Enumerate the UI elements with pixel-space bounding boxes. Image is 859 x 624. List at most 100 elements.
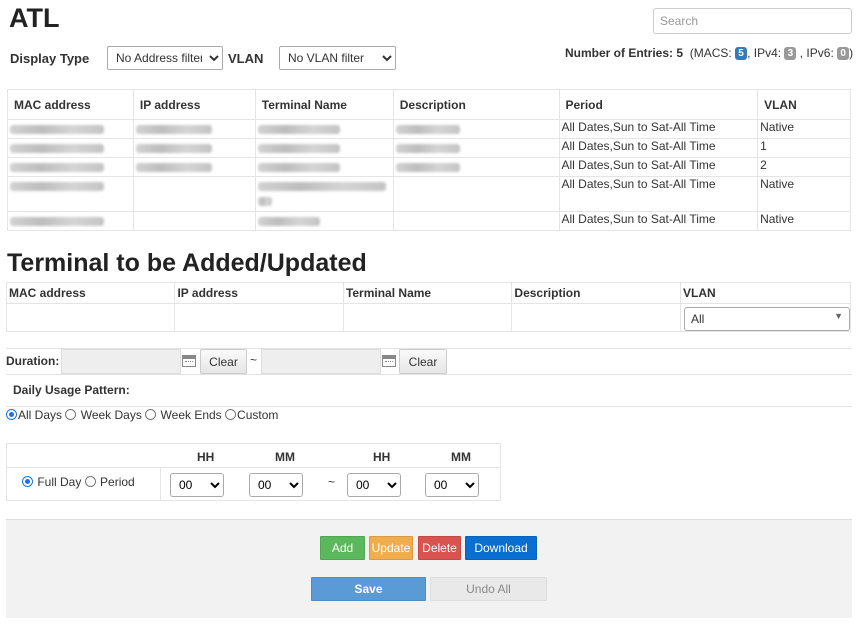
vlan-select-value: All <box>690 311 705 326</box>
period-cell: All Dates,Sun to Sat-All Time <box>558 119 759 139</box>
form-col-vlan: VLAN <box>679 282 852 304</box>
mac-cell-redacted <box>7 176 134 212</box>
start-hour-select[interactable]: 00 <box>170 473 224 497</box>
col-header-description[interactable]: Description <box>392 89 560 120</box>
divider <box>160 467 161 500</box>
table-row[interactable]: All Dates,Sun to Sat-All Time Native <box>7 119 851 139</box>
ip-cell-redacted <box>132 138 256 158</box>
description-input[interactable] <box>511 303 681 332</box>
display-type-label: Display Type <box>10 51 90 66</box>
save-button[interactable]: Save <box>311 577 426 601</box>
vlan-cell: 2 <box>757 157 851 177</box>
radio-period[interactable]: Period <box>84 475 135 489</box>
description-cell-redacted <box>392 211 560 231</box>
start-minute-select[interactable]: 00 <box>249 473 303 497</box>
radio-unchecked-icon[interactable] <box>84 476 96 487</box>
vlan-cell: Native <box>757 119 851 139</box>
add-update-section-title: Terminal to be Added/Updated <box>7 249 367 277</box>
ip-cell-redacted <box>132 211 256 231</box>
end-date-input[interactable] <box>261 349 381 374</box>
time-mode-radio-group: Full Day Period <box>22 475 135 489</box>
table-row[interactable]: All Dates,Sun to Sat-All Time Native <box>7 211 851 231</box>
mac-cell-redacted <box>7 138 134 158</box>
period-cell: All Dates,Sun to Sat-All Time <box>558 157 759 177</box>
daily-usage-radio-group: All Days Week Days Week Ends Custom <box>6 408 278 422</box>
radio-week-days[interactable]: Week Days <box>65 408 142 422</box>
mac-cell-redacted <box>7 119 134 139</box>
start-minute-header: MM <box>275 450 295 464</box>
end-minute-header: MM <box>451 450 471 464</box>
divider <box>6 406 852 407</box>
search-input[interactable] <box>653 8 852 34</box>
description-cell-redacted <box>392 119 560 139</box>
undo-all-button[interactable]: Undo All <box>430 577 547 601</box>
terminal-name-cell-redacted <box>254 138 394 158</box>
ipv4-badge: 3 <box>784 47 797 61</box>
actions-footer: Add Update Delete Download Save Undo All <box>6 519 852 618</box>
ipv4-label: , IPv4: <box>747 46 782 60</box>
clear-start-date-button[interactable]: Clear <box>200 349 247 374</box>
col-header-vlan[interactable]: VLAN <box>757 89 851 120</box>
description-cell-redacted <box>392 157 560 177</box>
page-title: ATL <box>9 3 60 33</box>
description-cell-redacted <box>392 176 560 212</box>
start-hour-header: HH <box>197 450 215 464</box>
mac-cell-redacted <box>7 157 134 177</box>
calendar-icon[interactable] <box>182 355 196 367</box>
radio-unchecked-icon[interactable] <box>225 409 237 420</box>
ip-cell-redacted <box>132 119 256 139</box>
vlan-cell: Native <box>757 176 851 212</box>
form-header-row: MAC address IP address Terminal Name Des… <box>5 282 852 304</box>
terminals-table: MAC address IP address Terminal Name Des… <box>7 89 851 231</box>
form-input-row: All ▼ <box>5 303 852 332</box>
table-row[interactable]: All Dates,Sun to Sat-All Time 1 <box>7 138 851 158</box>
end-minute-select[interactable]: 00 <box>425 473 479 497</box>
macs-badge: 5 <box>735 47 748 61</box>
mac-cell-redacted <box>7 211 134 231</box>
display-type-select[interactable]: No Address filter <box>107 46 223 70</box>
table-row[interactable]: All Dates,Sun to Sat-All Time 2 <box>7 157 851 177</box>
form-col-terminal-name: Terminal Name <box>342 282 513 304</box>
period-cell: All Dates,Sun to Sat-All Time <box>558 138 759 158</box>
duration-separator: ~ <box>250 353 258 367</box>
update-button[interactable]: Update <box>369 536 413 560</box>
radio-custom[interactable]: Custom <box>225 408 278 422</box>
download-button[interactable]: Download <box>465 536 537 560</box>
terminal-name-cell-redacted <box>254 211 394 231</box>
table-row[interactable]: All Dates,Sun to Sat-All Time Native <box>7 176 851 212</box>
ip-cell-redacted <box>132 157 256 177</box>
add-terminal-form-table: MAC address IP address Terminal Name Des… <box>5 282 852 332</box>
start-date-input[interactable] <box>61 349 181 374</box>
radio-checked-icon[interactable] <box>22 476 33 487</box>
col-header-mac[interactable]: MAC address <box>7 89 134 120</box>
add-button[interactable]: Add <box>320 536 365 560</box>
time-separator: ~ <box>328 475 336 489</box>
period-cell: All Dates,Sun to Sat-All Time <box>558 211 759 231</box>
calendar-icon[interactable] <box>382 355 396 367</box>
vlan-filter-select[interactable]: No VLAN filter <box>279 46 396 70</box>
entries-label: Number of Entries: <box>565 46 674 60</box>
terminal-name-input[interactable] <box>342 303 513 332</box>
radio-unchecked-icon[interactable] <box>145 409 157 420</box>
col-header-period[interactable]: Period <box>558 89 759 120</box>
time-range-panel: HH MM HH MM Full Day Period 00 00 ~ 00 0… <box>6 443 501 501</box>
ip-address-input[interactable] <box>174 303 344 332</box>
mac-address-input[interactable] <box>5 303 176 332</box>
ip-cell-redacted <box>132 176 256 212</box>
daily-usage-label: Daily Usage Pattern: <box>13 383 130 397</box>
radio-unchecked-icon[interactable] <box>65 409 77 420</box>
vlan-select[interactable]: All ▼ <box>683 306 850 331</box>
vlan-cell: 1 <box>757 138 851 158</box>
form-col-ip: IP address <box>174 282 344 304</box>
radio-full-day[interactable]: Full Day <box>22 475 81 489</box>
divider <box>7 467 500 468</box>
clear-end-date-button[interactable]: Clear <box>399 349 447 374</box>
radio-all-days[interactable]: All Days <box>6 408 62 422</box>
radio-checked-icon[interactable] <box>6 409 17 420</box>
end-hour-select[interactable]: 00 <box>347 473 401 497</box>
col-header-terminal-name[interactable]: Terminal Name <box>254 89 394 120</box>
ipv6-label: , IPv6: <box>799 46 834 60</box>
delete-button[interactable]: Delete <box>418 536 461 560</box>
col-header-ip[interactable]: IP address <box>132 89 256 120</box>
radio-week-ends[interactable]: Week Ends <box>145 408 222 422</box>
